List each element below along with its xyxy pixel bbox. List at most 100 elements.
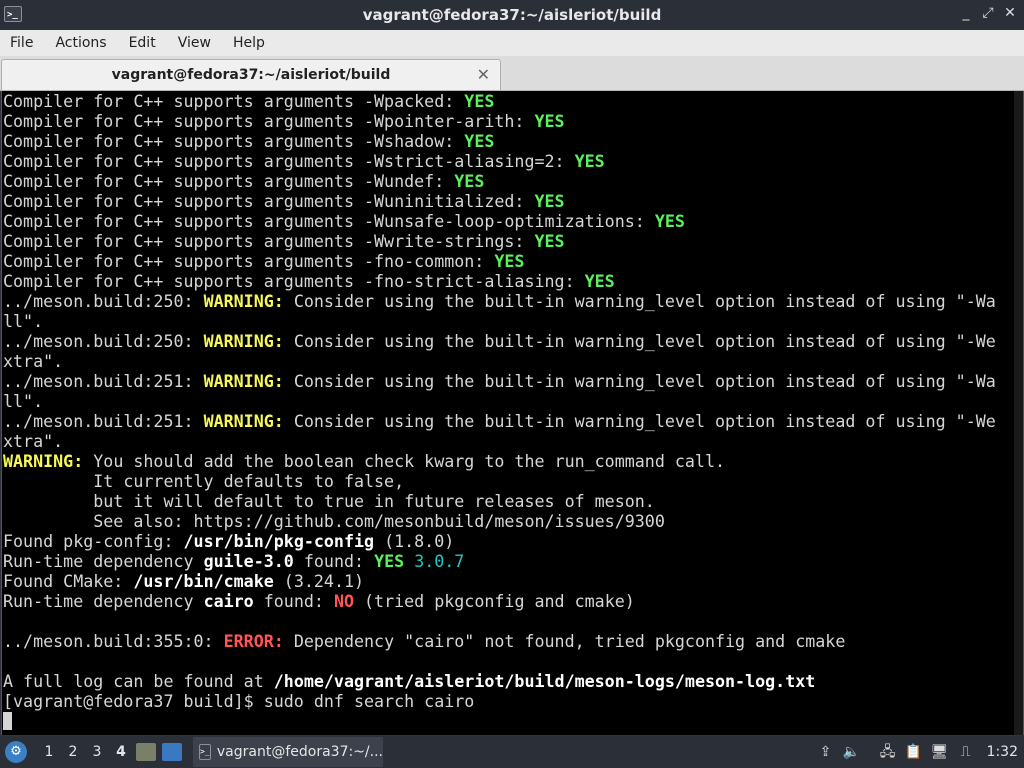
- terminal-scrollbar[interactable]: [1014, 91, 1023, 735]
- terminal-line: ../meson.build:250: WARNING: Consider us…: [3, 292, 1003, 312]
- terminal-output: Compiler for C++ supports arguments -Wpa…: [3, 92, 1003, 732]
- taskbar: ⚙ 1 2 3 4 >_ vagrant@fedora37:~/... ⇪ 🔈 …: [0, 736, 1024, 768]
- terminal-line: ../meson.build:250: WARNING: Consider us…: [3, 332, 1003, 352]
- notification-icon[interactable]: 🖥: [929, 743, 951, 761]
- terminal-line: It currently defaults to false,: [3, 472, 1003, 492]
- close-button[interactable]: ✕: [1002, 5, 1018, 21]
- terminal-text: YES: [534, 112, 565, 131]
- terminal-text: (3.24.1): [273, 572, 365, 591]
- terminal-text: ../meson.build:355:0:: [3, 632, 224, 651]
- terminal-text: YES: [374, 552, 405, 571]
- volume-icon[interactable]: 🔈: [841, 743, 863, 761]
- terminal-text: ll".: [3, 312, 44, 331]
- terminal-text: Compiler for C++ supports arguments -Wun…: [3, 192, 535, 211]
- terminal-icon: >_: [199, 744, 211, 760]
- workspace-4[interactable]: 4: [109, 744, 133, 760]
- terminal-text: ../meson.build:250:: [3, 332, 204, 351]
- terminal-text: /usr/bin/pkg-config: [183, 532, 375, 551]
- taskbar-terminal-task[interactable]: >_ vagrant@fedora37:~/...: [193, 737, 383, 767]
- menu-file[interactable]: File: [0, 35, 45, 51]
- terminal-line: Compiler for C++ supports arguments -Wpa…: [3, 92, 1003, 112]
- terminal-text: WARNING:: [203, 292, 284, 311]
- file-manager-icon[interactable]: [136, 743, 156, 761]
- menu-edit[interactable]: Edit: [119, 35, 168, 51]
- tab-bar: vagrant@fedora37:~/aisleriot/build ✕: [0, 56, 1024, 91]
- maximize-button[interactable]: ⤢: [980, 5, 996, 21]
- update-icon[interactable]: ⇪: [815, 743, 837, 761]
- terminal-text: xtra".: [3, 432, 64, 451]
- window-title: vagrant@fedora37:~/aisleriot/build: [362, 6, 662, 24]
- workspace-1[interactable]: 1: [37, 744, 61, 760]
- terminal-line: ../meson.build:251: WARNING: Consider us…: [3, 412, 1003, 432]
- menu-view[interactable]: View: [168, 35, 223, 51]
- terminal-area[interactable]: Compiler for C++ supports arguments -Wpa…: [1, 91, 1024, 735]
- terminal-text: NO: [333, 592, 354, 611]
- menu-bar: File Actions Edit View Help: [0, 30, 1024, 56]
- terminal-text: YES: [654, 212, 685, 231]
- network-icon[interactable]: 🖧: [877, 743, 899, 761]
- terminal-line: See also: https://github.com/mesonbuild/…: [3, 512, 1003, 532]
- terminal-text: found:: [293, 552, 375, 571]
- terminal-line: ll".: [3, 312, 1003, 332]
- minimize-button[interactable]: _: [958, 5, 974, 21]
- terminal-text: Compiler for C++ supports arguments -Wst…: [3, 152, 575, 171]
- terminal-line: xtra".: [3, 352, 1003, 372]
- terminal-text: ll".: [3, 392, 44, 411]
- terminal-line: Compiler for C++ supports arguments -Wst…: [3, 152, 1003, 172]
- terminal-text: A full log can be found at: [3, 672, 274, 691]
- terminal-line: Compiler for C++ supports arguments -Wpo…: [3, 112, 1003, 132]
- terminal-text: /usr/bin/cmake: [133, 572, 274, 591]
- menu-help[interactable]: Help: [223, 35, 277, 51]
- terminal-text: Dependency "cairo" not found, tried pkgc…: [283, 632, 846, 651]
- terminal-text: ../meson.build:251:: [3, 412, 204, 431]
- terminal-text: Compiler for C++ supports arguments -Wpo…: [3, 112, 535, 131]
- terminal-text: guile-3.0: [203, 552, 294, 571]
- terminal-text: YES: [454, 172, 485, 191]
- tab-label: vagrant@fedora37:~/aisleriot/build: [111, 67, 391, 83]
- terminal-text: Compiler for C++ supports arguments -fno…: [3, 272, 585, 291]
- clipboard-icon[interactable]: 📋: [903, 743, 925, 761]
- terminal-line: Compiler for C++ supports arguments -fno…: [3, 272, 1003, 292]
- terminal-text: Consider using the built-in warning_leve…: [283, 292, 996, 311]
- terminal-line: Run-time dependency guile-3.0 found: YES…: [3, 552, 1003, 572]
- terminal-text: WARNING:: [203, 372, 284, 391]
- start-menu-icon[interactable]: ⚙: [5, 741, 27, 763]
- terminal-text: WARNING:: [3, 452, 84, 471]
- terminal-text: Consider using the built-in warning_leve…: [283, 372, 996, 391]
- terminal-text: YES: [584, 272, 615, 291]
- terminal-line: Compiler for C++ supports arguments -Wun…: [3, 172, 1003, 192]
- terminal-line: ../meson.build:355:0: ERROR: Dependency …: [3, 632, 1003, 652]
- window-titlebar[interactable]: >_ vagrant@fedora37:~/aisleriot/build _ …: [0, 0, 1024, 30]
- tab-close-icon[interactable]: ✕: [477, 65, 490, 84]
- power-icon[interactable]: ⎍: [955, 743, 977, 761]
- terminal-line: Compiler for C++ supports arguments -fno…: [3, 252, 1003, 272]
- terminal-text: 3.0.7: [414, 552, 465, 571]
- task-label: vagrant@fedora37:~/...: [216, 744, 383, 760]
- terminal-text: YES: [464, 132, 495, 151]
- terminal-line: xtra".: [3, 432, 1003, 452]
- terminal-text: WARNING:: [203, 412, 284, 431]
- workspace-2[interactable]: 2: [61, 744, 85, 760]
- menu-actions[interactable]: Actions: [45, 35, 118, 51]
- terminal-text: WARNING:: [203, 332, 284, 351]
- terminal-icon[interactable]: >_: [4, 6, 22, 22]
- terminal-tab[interactable]: vagrant@fedora37:~/aisleriot/build ✕: [1, 59, 501, 90]
- terminal-text: Compiler for C++ supports arguments -Wwr…: [3, 232, 535, 251]
- terminal-text: Compiler for C++ supports arguments -Wpa…: [3, 92, 465, 111]
- terminal-text: Found pkg-config:: [3, 532, 184, 551]
- workspace-3[interactable]: 3: [85, 744, 109, 760]
- terminal-text: Compiler for C++ supports arguments -fno…: [3, 252, 495, 271]
- terminal-text: found:: [253, 592, 334, 611]
- terminal-text: Found CMake:: [3, 572, 134, 591]
- terminal-line: Compiler for C++ supports arguments -Wun…: [3, 212, 1003, 232]
- terminal-line: Found CMake: /usr/bin/cmake (3.24.1): [3, 572, 1003, 592]
- show-desktop-icon[interactable]: [162, 743, 182, 761]
- terminal-line: [vagrant@fedora37 build]$ sudo dnf searc…: [3, 692, 1003, 712]
- terminal-text: xtra".: [3, 352, 64, 371]
- terminal-text: ERROR:: [223, 632, 284, 651]
- terminal-line: but it will default to true in future re…: [3, 492, 1003, 512]
- terminal-text: Run-time dependency: [3, 552, 204, 571]
